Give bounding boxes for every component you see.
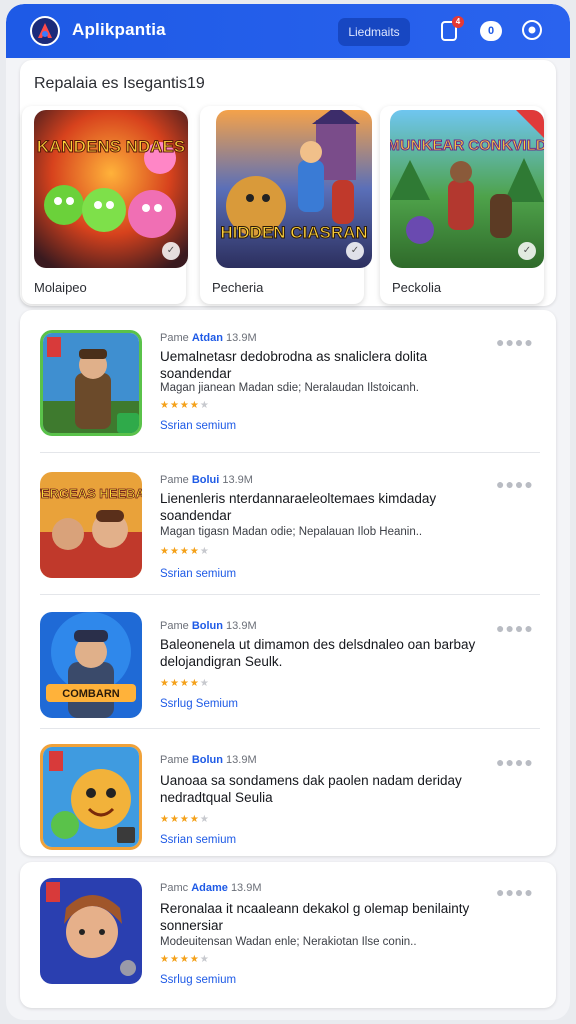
art-title: KANDENS NDAES: [37, 137, 185, 156]
check-icon: ✓: [162, 242, 180, 260]
app-description: Magan jianean Madan sdie; Neralaudan Ils…: [160, 382, 419, 394]
rating-stars: ★★★★★: [160, 546, 210, 557]
app-title[interactable]: Baleonenela ut dimamon des delsdnaleo oa…: [160, 636, 520, 670]
app-title[interactable]: Uanoaa sa sondamens dak paolen nadam der…: [160, 772, 520, 806]
featured-section: Repalaia es Isegantis19 KANDENS NDAES ✓ …: [20, 60, 556, 306]
app-title: Aplikpantia: [72, 20, 166, 39]
app-thumbnail: [40, 878, 142, 984]
rating-stars: ★★★★★: [160, 400, 210, 411]
featured-game-card[interactable]: KANDENS NDAES ✓ Molaipeo: [22, 106, 188, 304]
app-thumbnail: COMBARN: [40, 612, 142, 718]
art-title: COMBARN: [62, 688, 119, 700]
game-artwork: HIDDEN CIASRAN ✓: [216, 110, 372, 268]
divider: [40, 594, 540, 595]
counter-chip[interactable]: 0: [480, 21, 502, 41]
app-list: Pame Atdan 13.9M Uemalnetasr dedobrodna …: [20, 310, 556, 856]
app-link[interactable]: Ssrian semium: [160, 834, 236, 846]
art-title: MUNKEAR CONKVILD: [390, 137, 544, 154]
app-meta: Pame Atdan 13.9M: [160, 332, 257, 344]
notification-badge: 4: [452, 16, 464, 28]
app-meta: Pame Bolun 13.9M: [160, 754, 257, 766]
section-title: Repalaia es Isegantis19: [34, 75, 205, 92]
art-title: WERGEAS HEEBAE: [40, 486, 142, 501]
more-options-icon[interactable]: ●●●●: [496, 620, 534, 636]
app-frame: Aplikpantia Liedmaits 4 0 Repalaia es Is…: [6, 4, 570, 1020]
app-link[interactable]: Ssrian semium: [160, 420, 236, 432]
more-options-icon[interactable]: ●●●●: [496, 476, 534, 492]
divider: [40, 728, 540, 729]
top-app-bar: Aplikpantia Liedmaits 4 0: [6, 4, 570, 58]
featured-label: Molaipeo: [34, 280, 87, 295]
rating-stars: ★★★★★: [160, 954, 210, 965]
game-artwork: MUNKEAR CONKVILD ✓: [390, 110, 544, 268]
app-thumbnail: [40, 330, 142, 436]
app-meta: Pame Bolun 13.9M: [160, 620, 257, 632]
game-artwork: KANDENS NDAES ✓: [34, 110, 188, 268]
rating-stars: ★★★★★: [160, 814, 210, 825]
app-meta: Pame Bolui 13.9M: [160, 474, 253, 486]
app-title[interactable]: Lienenleris nterdannaraeleoltemaes kimda…: [160, 490, 500, 524]
more-options-icon[interactable]: ●●●●: [496, 884, 534, 900]
app-description: Magan tigasn Madan odie; Nepalauan Ilob …: [160, 526, 423, 538]
art-title: HIDDEN CIASRAN: [220, 223, 367, 242]
app-list-continued: Pamc Adame 13.9M Reronalaa it ncaaleann …: [20, 862, 556, 1008]
check-icon: ✓: [346, 242, 364, 260]
app-thumbnail: WERGEAS HEEBAE: [40, 472, 142, 578]
settings-icon[interactable]: [520, 18, 544, 42]
app-title[interactable]: Reronalaa it ncaaleann dekakol g olemap …: [160, 900, 500, 934]
more-options-icon[interactable]: ●●●●: [496, 334, 534, 350]
divider: [40, 452, 540, 453]
app-description: Modeuitensan Wadan enle; Nerakiotan Ilse…: [160, 936, 417, 948]
header-action-button[interactable]: Liedmaits: [338, 18, 410, 46]
app-link[interactable]: Ssrlug Semium: [160, 698, 238, 710]
app-link[interactable]: Ssrlug semium: [160, 974, 236, 986]
check-icon: ✓: [518, 242, 536, 260]
featured-game-card[interactable]: MUNKEAR CONKVILD ✓ Peckolia: [380, 106, 544, 304]
rating-stars: ★★★★★: [160, 678, 210, 689]
featured-label: Peckolia: [392, 280, 442, 295]
featured-label: Pecheria: [212, 280, 264, 295]
app-meta: Pamc Adame 13.9M: [160, 882, 262, 894]
app-title[interactable]: Uemalnetasr dedobrodna as snaliclera dol…: [160, 348, 500, 382]
app-thumbnail: [40, 744, 142, 850]
app-link[interactable]: Ssrian semium: [160, 568, 236, 580]
app-logo-icon[interactable]: [30, 16, 60, 46]
featured-game-card[interactable]: HIDDEN CIASRAN ✓ Pecheria: [200, 106, 372, 304]
more-options-icon[interactable]: ●●●●: [496, 754, 534, 770]
